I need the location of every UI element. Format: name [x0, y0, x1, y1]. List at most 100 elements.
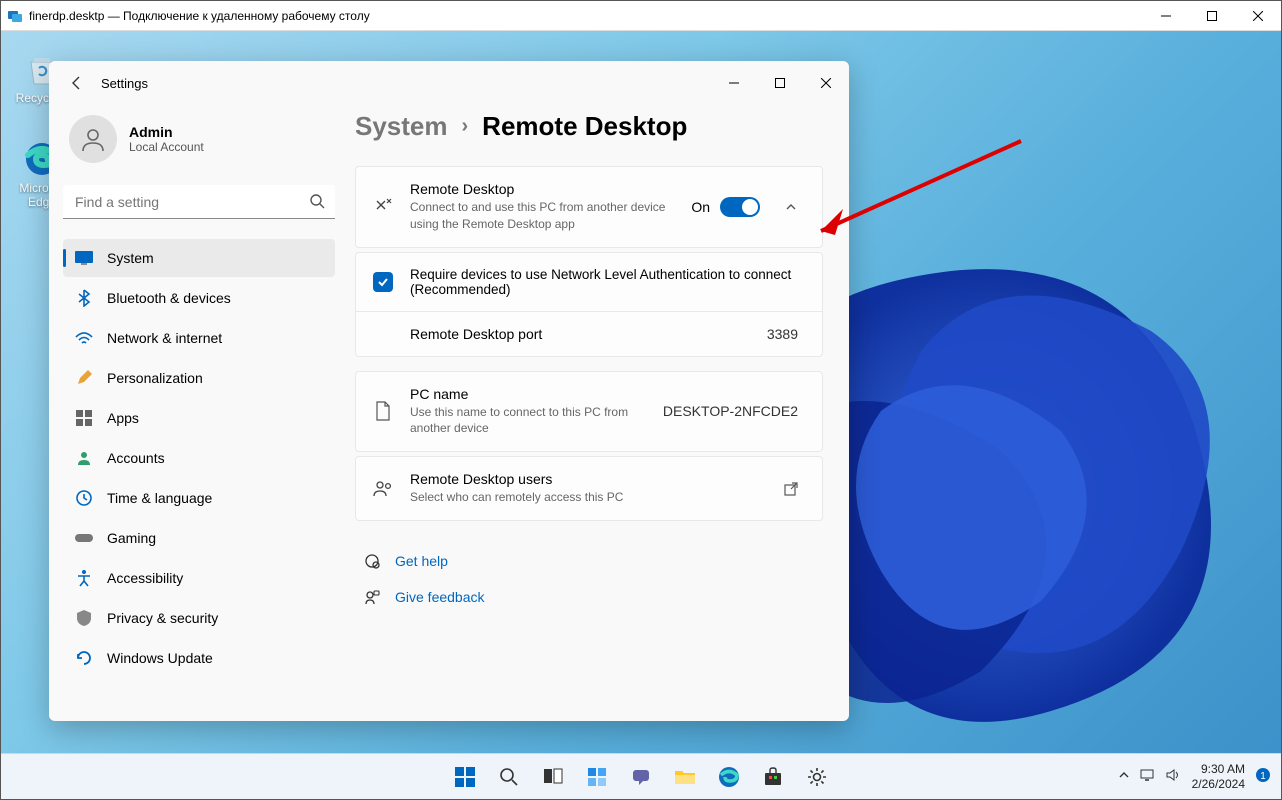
bluetooth-icon	[75, 289, 93, 307]
sidebar-item-time-language[interactable]: Time & language	[63, 479, 335, 517]
sidebar-item-label: Windows Update	[107, 650, 213, 666]
settings-minimize-button[interactable]	[711, 67, 757, 99]
sidebar-item-apps[interactable]: Apps	[63, 399, 335, 437]
pc-name-title: PC name	[410, 386, 647, 402]
desktop: Recycle... Micros... Edge Settings	[1, 31, 1281, 799]
taskbar-search-button[interactable]	[489, 757, 529, 797]
port-label: Remote Desktop port	[410, 326, 751, 342]
accounts-icon	[75, 449, 93, 467]
settings-app-title: Settings	[101, 76, 148, 91]
widgets-button[interactable]	[577, 757, 617, 797]
sidebar-item-label: System	[107, 250, 154, 266]
sidebar-item-label: Time & language	[107, 490, 212, 506]
toggle-label: On	[691, 199, 710, 215]
avatar-icon	[69, 115, 117, 163]
get-help-text: Get help	[395, 553, 448, 569]
breadcrumb: System › Remote Desktop	[355, 111, 823, 142]
sidebar-item-label: Accessibility	[107, 570, 183, 586]
sidebar-item-label: Privacy & security	[107, 610, 218, 626]
clock[interactable]: 9:30 AM 2/26/2024	[1192, 762, 1245, 791]
sidebar-item-personalization[interactable]: Personalization	[63, 359, 335, 397]
sidebar-item-label: Bluetooth & devices	[107, 290, 231, 306]
users-icon	[372, 480, 394, 498]
nla-label: Require devices to use Network Level Aut…	[410, 267, 806, 297]
user-profile[interactable]: Admin Local Account	[63, 105, 335, 185]
breadcrumb-parent[interactable]: System	[355, 111, 448, 142]
time-text: 9:30 AM	[1192, 762, 1245, 776]
sidebar-item-label: Apps	[107, 410, 139, 426]
start-button[interactable]	[445, 757, 485, 797]
taskbar: 9:30 AM 2/26/2024 1	[1, 753, 1281, 799]
outer-maximize-button[interactable]	[1189, 1, 1235, 31]
settings-close-button[interactable]	[803, 67, 849, 99]
remote-desktop-details: Require devices to use Network Level Aut…	[355, 252, 823, 357]
volume-tray-icon[interactable]	[1166, 768, 1182, 785]
breadcrumb-current: Remote Desktop	[482, 111, 687, 142]
task-view-button[interactable]	[533, 757, 573, 797]
settings-titlebar: Settings	[49, 61, 849, 105]
sidebar: Admin Local Account System	[49, 105, 349, 721]
chat-button[interactable]	[621, 757, 661, 797]
tray-expand-icon[interactable]	[1118, 769, 1130, 784]
sidebar-item-privacy[interactable]: Privacy & security	[63, 599, 335, 637]
settings-maximize-button[interactable]	[757, 67, 803, 99]
settings-window: Settings Admin Local Account	[49, 61, 849, 721]
help-icon	[361, 553, 383, 569]
sidebar-item-accounts[interactable]: Accounts	[63, 439, 335, 477]
nla-row[interactable]: Require devices to use Network Level Aut…	[356, 253, 822, 311]
give-feedback-link[interactable]: Give feedback	[355, 579, 823, 615]
search-box	[63, 185, 335, 219]
outer-window-title: finerdp.desktp — Подключение к удаленном…	[29, 9, 1143, 23]
chevron-right-icon: ›	[462, 115, 469, 138]
outer-minimize-button[interactable]	[1143, 1, 1189, 31]
system-tray: 9:30 AM 2/26/2024 1	[1118, 762, 1281, 791]
sidebar-item-label: Gaming	[107, 530, 156, 546]
expand-button[interactable]	[776, 201, 806, 213]
outer-titlebar: finerdp.desktp — Подключение к удаленном…	[1, 1, 1281, 31]
sidebar-item-system[interactable]: System	[63, 239, 335, 277]
network-tray-icon[interactable]	[1140, 768, 1156, 785]
outer-close-button[interactable]	[1235, 1, 1281, 31]
sidebar-item-label: Accounts	[107, 450, 165, 466]
give-feedback-text: Give feedback	[395, 589, 485, 605]
svg-text:1: 1	[1260, 771, 1266, 782]
settings-taskbar-button[interactable]	[797, 757, 837, 797]
remote-users-card[interactable]: Remote Desktop users Select who can remo…	[355, 456, 823, 521]
sidebar-item-label: Personalization	[107, 370, 203, 386]
pc-name-value: DESKTOP-2NFCDE2	[663, 403, 798, 419]
file-explorer-button[interactable]	[665, 757, 705, 797]
document-icon	[372, 401, 394, 421]
update-icon	[75, 649, 93, 667]
remote-users-desc: Select who can remotely access this PC	[410, 489, 760, 506]
port-value: 3389	[767, 326, 798, 342]
store-button[interactable]	[753, 757, 793, 797]
time-icon	[75, 489, 93, 507]
remote-desktop-toggle[interactable]	[720, 197, 760, 217]
sidebar-item-accessibility[interactable]: Accessibility	[63, 559, 335, 597]
remote-desktop-desc: Connect to and use this PC from another …	[410, 199, 675, 233]
search-icon	[309, 193, 325, 214]
get-help-link[interactable]: Get help	[355, 543, 823, 579]
sidebar-item-label: Network & internet	[107, 330, 222, 346]
nla-checkbox[interactable]	[373, 272, 393, 292]
sidebar-item-windows-update[interactable]: Windows Update	[63, 639, 335, 677]
gaming-icon	[75, 529, 93, 547]
personalization-icon	[75, 369, 93, 387]
apps-icon	[75, 409, 93, 427]
notification-badge[interactable]: 1	[1255, 767, 1271, 786]
date-text: 2/26/2024	[1192, 777, 1245, 791]
back-button[interactable]	[61, 67, 93, 99]
sidebar-item-bluetooth[interactable]: Bluetooth & devices	[63, 279, 335, 317]
nav-list: System Bluetooth & devices Network & int…	[63, 239, 335, 677]
sidebar-item-network[interactable]: Network & internet	[63, 319, 335, 357]
edge-taskbar-button[interactable]	[709, 757, 749, 797]
sidebar-item-gaming[interactable]: Gaming	[63, 519, 335, 557]
remote-desktop-title: Remote Desktop	[410, 181, 675, 197]
shield-icon	[75, 609, 93, 627]
port-row: Remote Desktop port 3389	[356, 311, 822, 356]
rdp-app-icon	[7, 8, 23, 24]
search-input[interactable]	[63, 185, 335, 219]
user-account-type: Local Account	[129, 140, 204, 154]
pc-name-desc: Use this name to connect to this PC from…	[410, 404, 647, 438]
open-external-icon	[776, 482, 806, 496]
